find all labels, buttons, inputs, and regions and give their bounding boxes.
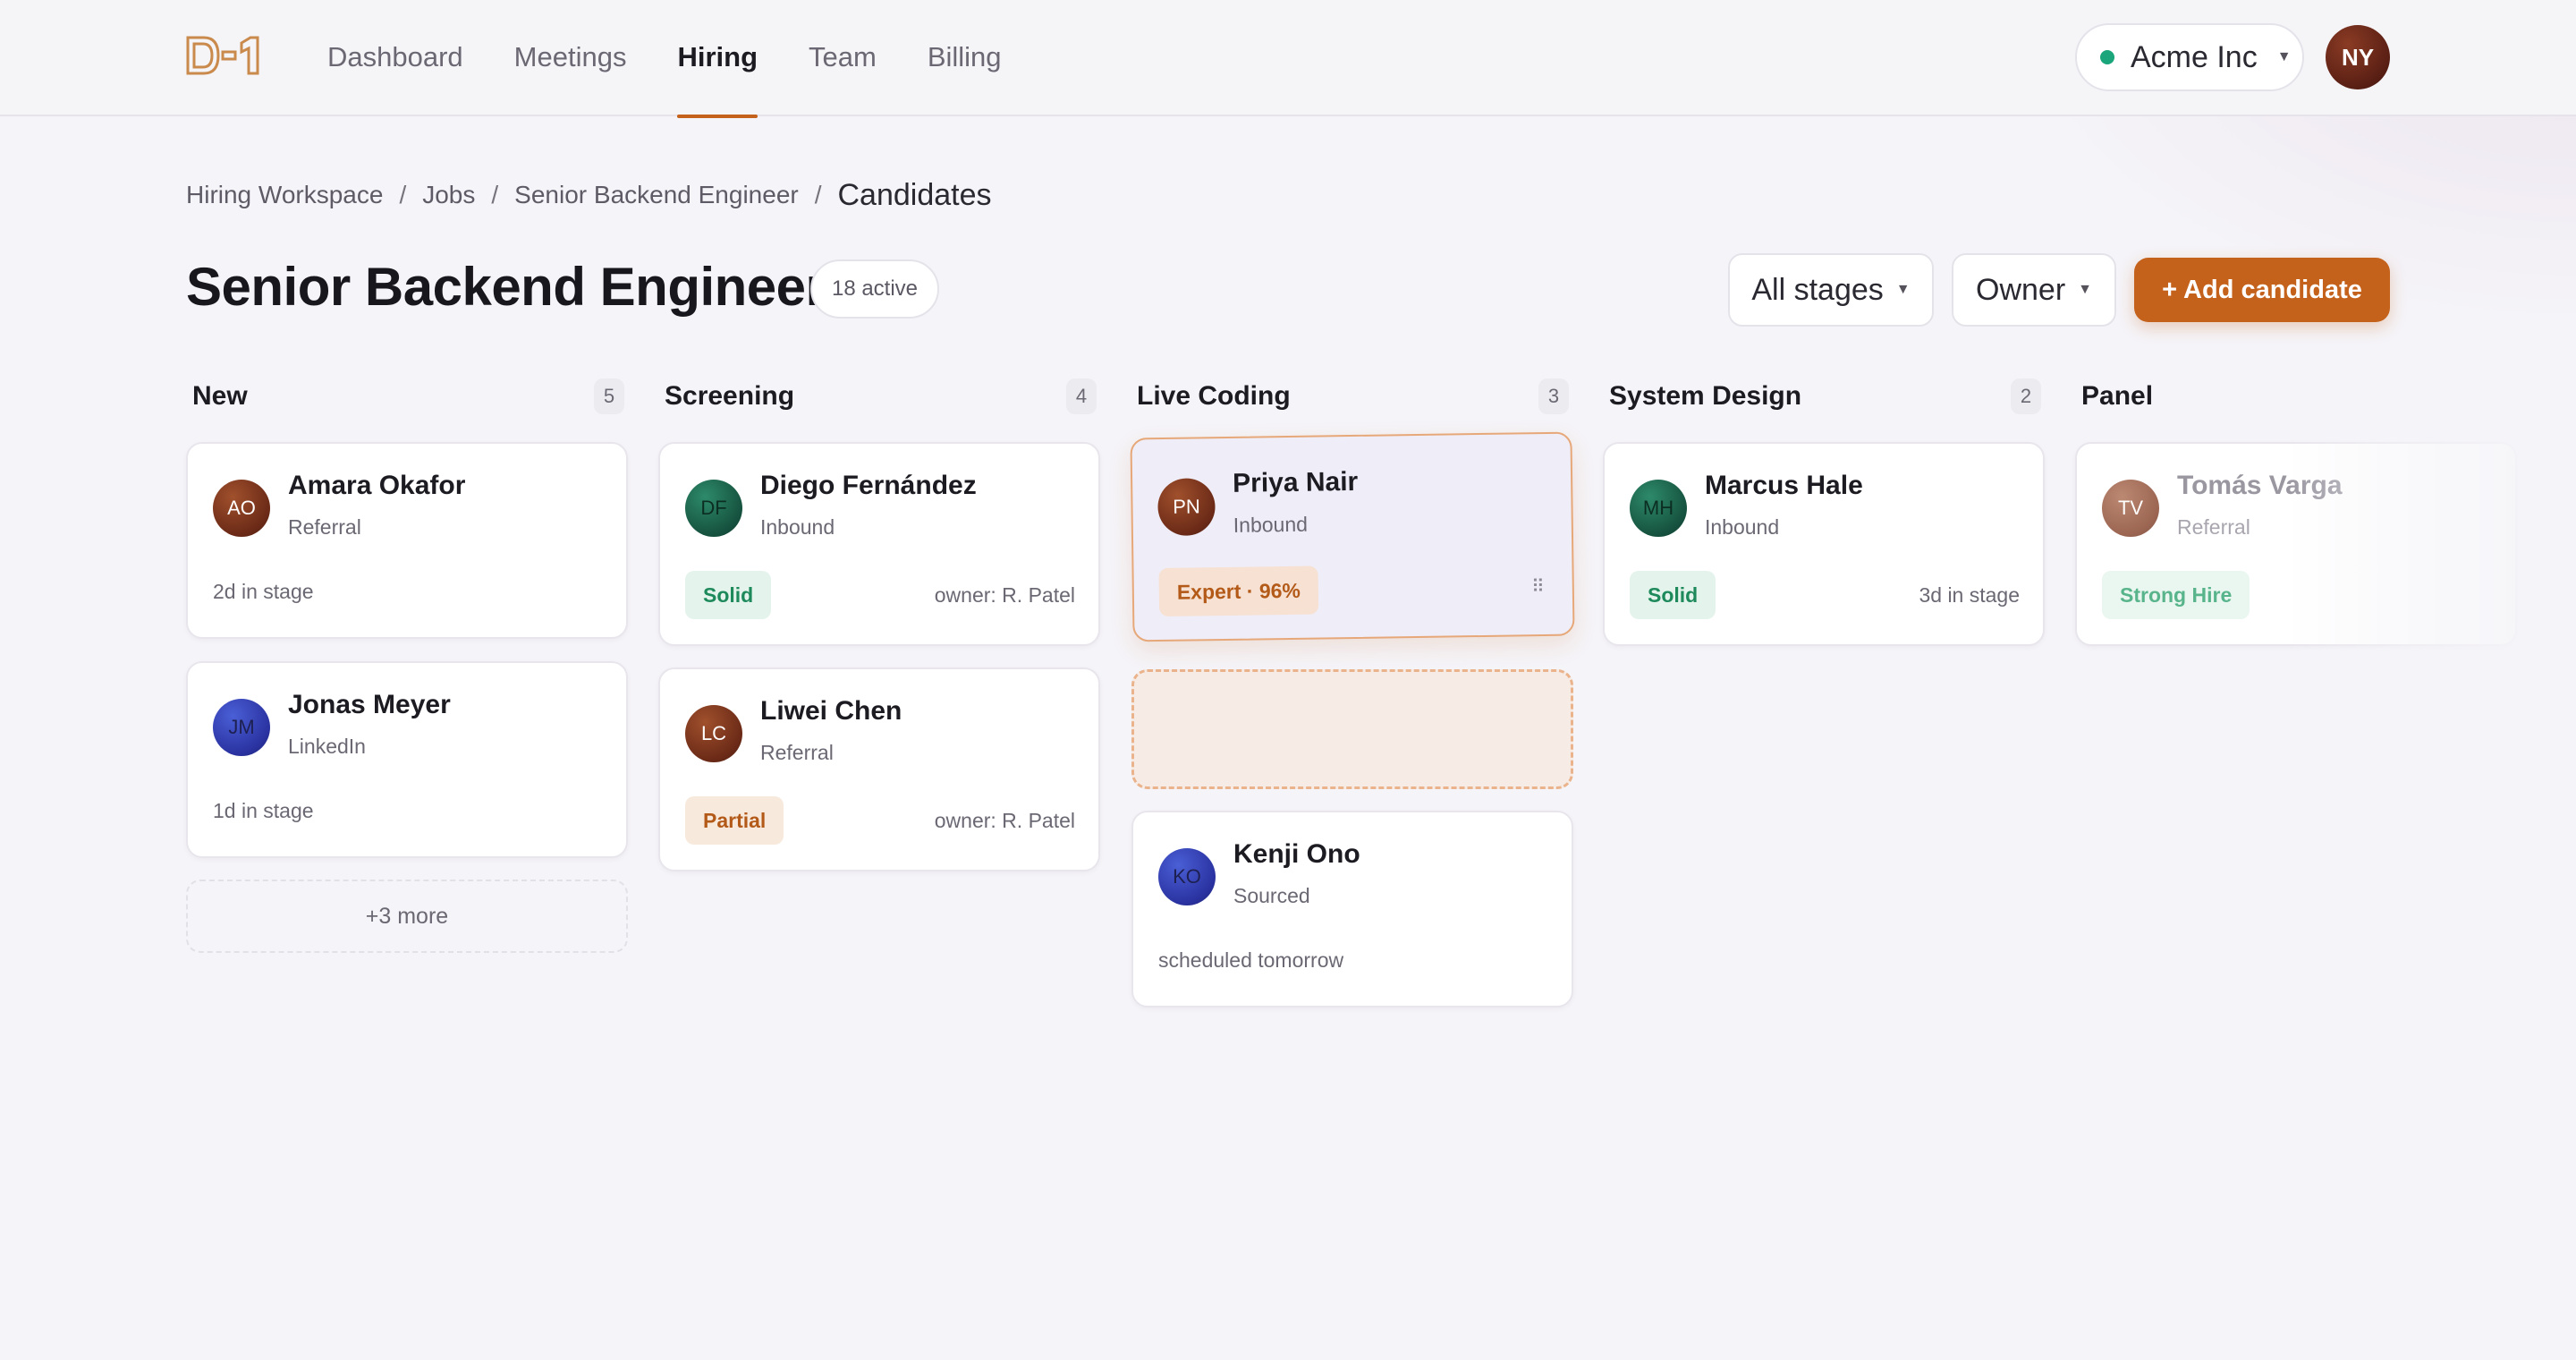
column-title: New [192,381,248,411]
drag-handle-icon[interactable]: ⠿ [1531,575,1546,598]
candidate-owner: owner: R. Patel [934,583,1075,607]
column-header-new: New 5 [186,376,628,417]
chevron-down-icon: ▼ [2276,49,2292,64]
column-count-badge: 4 [1066,378,1097,414]
candidate-avatar: TV [2102,480,2159,537]
org-name: Acme Inc [2131,39,2258,74]
candidate-avatar: PN [1157,478,1216,537]
candidate-avatar: KO [1158,848,1216,905]
rating-tag: Solid [685,571,772,619]
candidate-owner: owner: R. Patel [934,809,1075,832]
column-header-system-design: System Design 2 [1603,376,2045,417]
candidate-name: Kenji Ono [1233,839,1360,869]
candidate-card-tomas-varga[interactable]: TV Tomás Varga Referral Strong Hire [2075,442,2517,646]
candidate-card-diego-fernandez[interactable]: DF Diego Fernández Inbound Solid owner: … [658,442,1100,646]
column-title: Panel [2081,381,2154,411]
candidate-name: Marcus Hale [1705,471,1863,500]
owner-filter-label: Owner [1976,272,2066,307]
column-title: System Design [1609,381,1802,411]
nav-hiring[interactable]: Hiring [677,0,758,118]
candidate-name: Priya Nair [1232,466,1359,498]
candidate-source: Referral [760,741,834,764]
candidate-name: Jonas Meyer [288,690,451,719]
drop-placeholder[interactable] [1131,669,1573,789]
candidate-avatar: JM [213,699,270,756]
chevron-down-icon: ▼ [1895,282,1911,297]
candidate-card-priya-nair-dragging[interactable]: PN Priya Nair Inbound Expert · 96% ⠿ [1130,431,1575,642]
rating-tag: Solid [1630,571,1716,619]
org-status-dot [2100,50,2114,64]
candidate-card-amara-okafor[interactable]: AO Amara Okafor Referral 2d in stage [186,442,628,639]
candidate-avatar: DF [685,480,742,537]
time-in-stage: 3d in stage [1919,583,2020,607]
breadcrumb: Hiring Workspace / Jobs / Senior Backend… [186,175,992,215]
candidate-source: LinkedIn [288,735,366,758]
candidate-card-jonas-meyer[interactable]: JM Jonas Meyer LinkedIn 1d in stage [186,661,628,858]
show-more-candidates[interactable]: +3 more [186,880,628,953]
page-title: Senior Backend Engineer [186,257,826,317]
candidate-avatar: LC [685,705,742,762]
candidate-source: Inbound [1233,512,1309,537]
org-switcher[interactable]: Acme Inc ▼ [2075,23,2304,91]
candidate-card-kenji-ono[interactable]: KO Kenji Ono Sourced scheduled tomorrow [1131,811,1573,1007]
breadcrumb-jobs[interactable]: Jobs [422,181,475,209]
candidate-name: Liwei Chen [760,696,902,726]
candidate-source: Referral [2177,515,2250,539]
candidate-avatar: MH [1630,480,1687,537]
candidate-source: Inbound [1705,515,1780,539]
column-count-badge: 5 [594,378,624,414]
candidate-avatar: AO [213,480,270,537]
candidate-source: Sourced [1233,884,1310,907]
time-in-stage: 1d in stage [213,799,314,822]
top-navigation-bar: Dashboard Meetings Hiring Team Billing A… [0,0,2576,118]
stage-filter-label: All stages [1751,272,1884,307]
column-title: Live Coding [1137,381,1291,411]
column-header-screening: Screening 4 [658,376,1100,417]
add-candidate-button[interactable]: + Add candidate [2134,258,2390,322]
breadcrumb-separator: / [814,181,822,208]
schedule-status: scheduled tomorrow [1158,948,1344,972]
column-header-live-coding: Live Coding 3 [1131,376,1572,417]
candidate-card-liwei-chen[interactable]: LC Liwei Chen Referral Partial owner: R.… [658,667,1100,871]
candidate-source: Inbound [760,515,835,539]
column-title: Screening [665,381,795,411]
rating-tag: Expert · 96% [1158,565,1319,617]
nav-billing[interactable]: Billing [928,0,1002,116]
candidate-name: Amara Okafor [288,471,466,500]
main-nav: Dashboard Meetings Hiring Team Billing [327,0,1053,118]
breadcrumb-hiring-workspace[interactable]: Hiring Workspace [186,181,383,209]
time-in-stage: 2d in stage [213,580,314,603]
nav-team[interactable]: Team [809,0,877,116]
user-avatar[interactable]: NY [2326,25,2390,89]
owner-filter-dropdown[interactable]: Owner ▼ [1952,253,2116,327]
active-count-badge: 18 active [810,259,939,319]
breadcrumb-current: Candidates [837,177,992,212]
rating-tag: Partial [685,796,784,845]
chevron-down-icon: ▼ [2078,282,2092,297]
candidate-source: Referral [288,515,361,539]
candidate-card-marcus-hale[interactable]: MH Marcus Hale Inbound Solid 3d in stage [1603,442,2045,646]
candidate-name: Diego Fernández [760,471,977,500]
nav-dashboard[interactable]: Dashboard [327,0,463,116]
nav-meetings[interactable]: Meetings [514,0,627,116]
breadcrumb-job[interactable]: Senior Backend Engineer [514,181,799,209]
rating-tag: Strong Hire [2102,571,2250,619]
column-count-badge: 3 [1538,378,1569,414]
breadcrumb-separator: / [399,181,407,208]
stage-filter-dropdown[interactable]: All stages ▼ [1728,253,1934,327]
column-count-badge: 2 [2011,378,2041,414]
app-logo[interactable] [186,36,263,75]
breadcrumb-separator: / [491,181,499,208]
column-header-panel: Panel [2075,376,2517,417]
candidate-name: Tomás Varga [2177,471,2343,500]
